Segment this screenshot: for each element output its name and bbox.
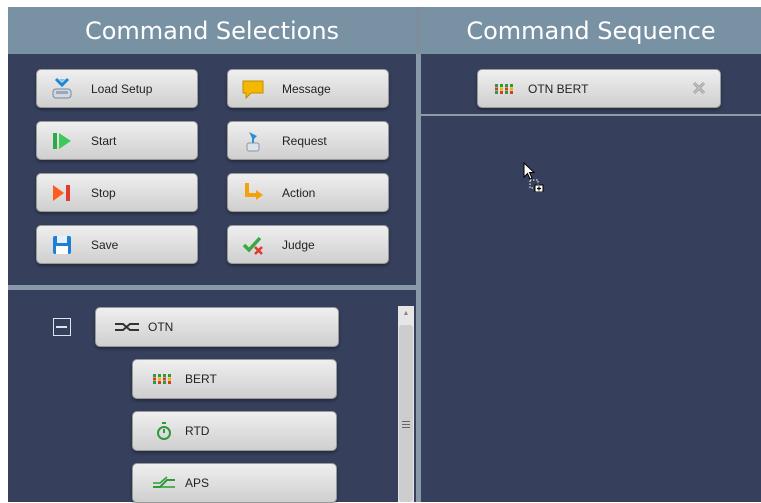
bert-grid-icon bbox=[494, 79, 520, 99]
grip-icon bbox=[402, 421, 410, 430]
judge-button[interactable]: Judge bbox=[227, 225, 389, 264]
request-icon bbox=[240, 128, 266, 154]
app-window: Command Selections Command Sequence Load… bbox=[8, 7, 761, 503]
tree-scrollbar[interactable]: ▲ bbox=[398, 306, 414, 502]
request-label: Request bbox=[282, 133, 327, 148]
stop-button[interactable]: Stop bbox=[36, 173, 198, 212]
tree-item-aps[interactable]: APS bbox=[132, 463, 337, 503]
speech-bubble-icon bbox=[240, 76, 266, 102]
sequence-item-label: OTN BERT bbox=[528, 81, 589, 96]
save-label: Save bbox=[91, 237, 119, 252]
tree-item-otn[interactable]: OTN bbox=[95, 307, 339, 347]
drag-copy-cursor-icon bbox=[523, 161, 547, 193]
load-setup-icon bbox=[49, 76, 75, 102]
start-button[interactable]: Start bbox=[36, 121, 198, 160]
scroll-thumb[interactable] bbox=[399, 325, 413, 502]
aps-switch-icon bbox=[151, 473, 177, 493]
scroll-up-icon[interactable]: ▲ bbox=[398, 308, 414, 320]
stop-icon bbox=[49, 180, 75, 206]
sequence-divider bbox=[421, 114, 761, 116]
message-button[interactable]: Message bbox=[227, 69, 389, 108]
arrow-turn-icon bbox=[240, 180, 266, 206]
tree-item-rtd-label: RTD bbox=[185, 424, 210, 438]
check-x-icon bbox=[240, 232, 266, 258]
tree-item-otn-label: OTN bbox=[148, 320, 174, 334]
close-icon[interactable] bbox=[692, 81, 706, 95]
action-label: Action bbox=[282, 185, 316, 200]
bert-grid-icon bbox=[151, 369, 177, 389]
stopwatch-icon bbox=[151, 421, 177, 441]
judge-label: Judge bbox=[282, 237, 315, 252]
stop-label: Stop bbox=[91, 185, 116, 200]
tree-item-bert-label: BERT bbox=[185, 372, 217, 386]
load-setup-button[interactable]: Load Setup bbox=[36, 69, 198, 108]
floppy-disk-icon bbox=[49, 232, 75, 258]
command-tree-panel: OTN BERT RTD APS ▲ bbox=[8, 290, 416, 503]
otn-signal-icon bbox=[114, 317, 140, 337]
tree-item-aps-label: APS bbox=[185, 476, 210, 490]
action-button[interactable]: Action bbox=[227, 173, 389, 212]
play-icon bbox=[49, 128, 75, 154]
start-label: Start bbox=[91, 133, 117, 148]
sequence-item[interactable]: OTN BERT bbox=[477, 69, 721, 108]
message-label: Message bbox=[282, 81, 331, 96]
tree-item-bert[interactable]: BERT bbox=[132, 359, 337, 399]
save-button[interactable]: Save bbox=[36, 225, 198, 264]
command-sequence-header: Command Sequence bbox=[421, 7, 761, 54]
tree-item-rtd[interactable]: RTD bbox=[132, 411, 337, 451]
command-selections-panel: Load Setup Message Start Request Stop Ac… bbox=[8, 54, 416, 285]
request-button[interactable]: Request bbox=[227, 121, 389, 160]
command-selections-header: Command Selections bbox=[8, 7, 416, 54]
command-sequence-panel: OTN BERT bbox=[421, 54, 761, 502]
load-setup-label: Load Setup bbox=[91, 81, 153, 96]
collapse-icon[interactable] bbox=[53, 318, 71, 336]
